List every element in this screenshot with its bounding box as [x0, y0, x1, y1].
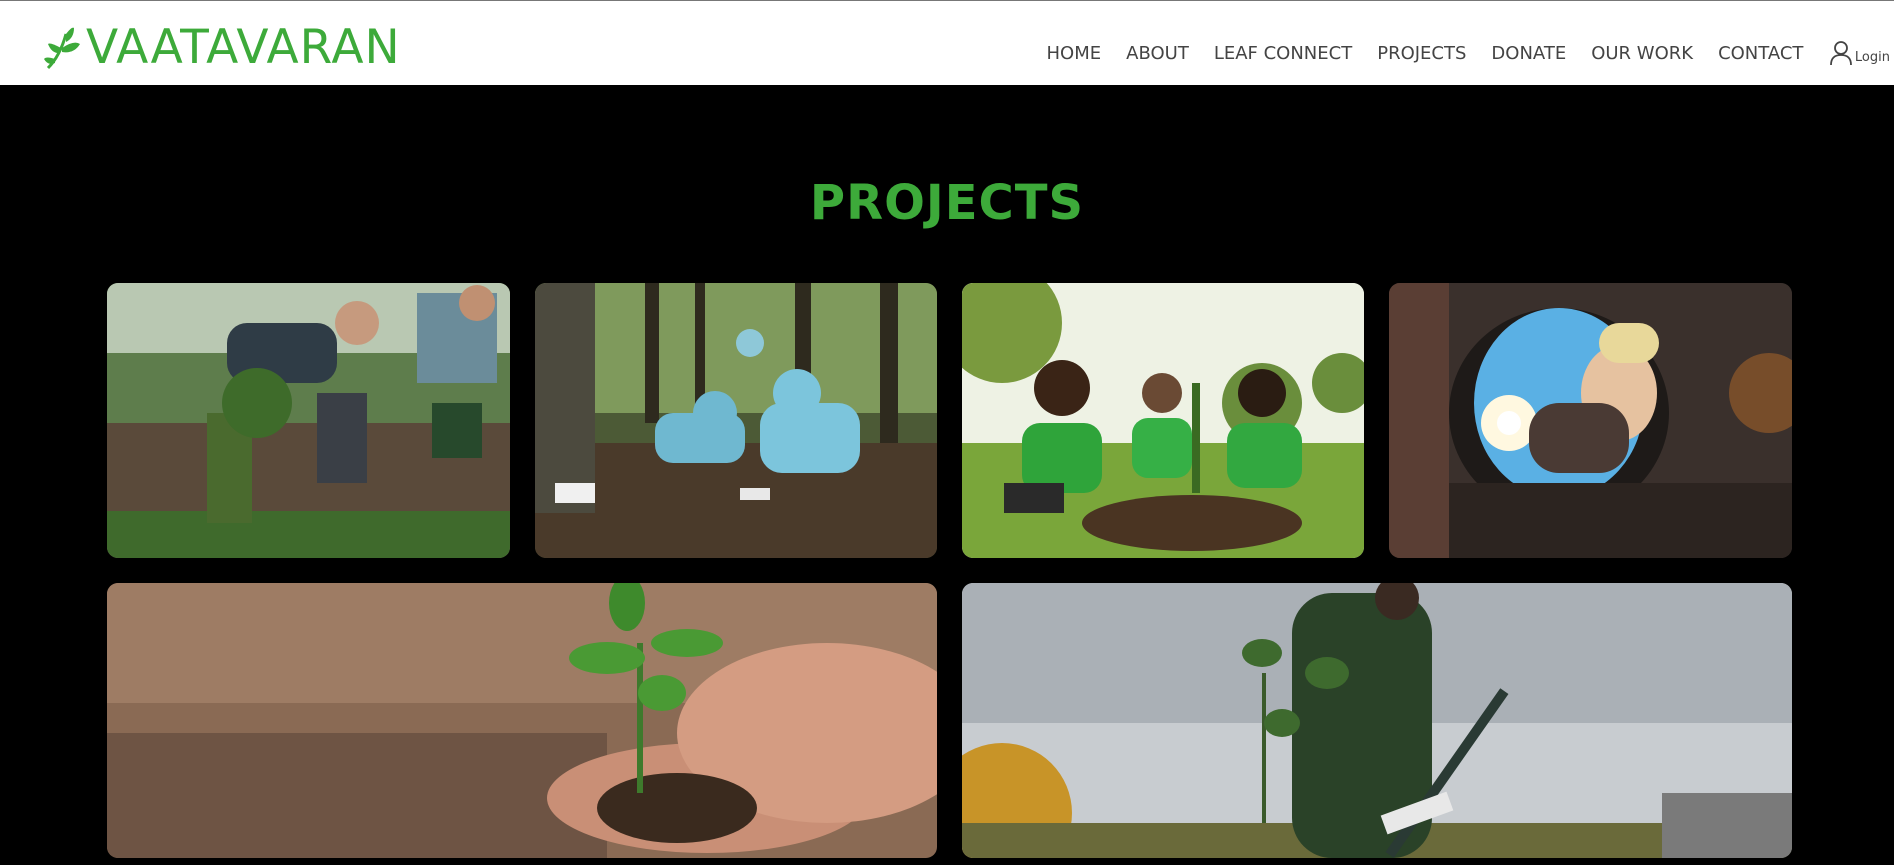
- login-label: Login: [1854, 50, 1890, 65]
- nav-our-work[interactable]: OUR WORK: [1591, 43, 1693, 64]
- project-card-3[interactable]: [962, 283, 1364, 558]
- hands-holding-seedling-image: [107, 583, 937, 858]
- leaf-logo-icon: [44, 27, 80, 70]
- project-card-4[interactable]: [1389, 283, 1792, 558]
- nav-contact[interactable]: CONTACT: [1718, 43, 1803, 64]
- site-logo[interactable]: VAATAVARAN: [44, 23, 401, 73]
- project-card-5[interactable]: [107, 583, 937, 858]
- woman-planting-from-hole-image: [1389, 283, 1792, 558]
- volunteers-planting-forest-image: [535, 283, 937, 558]
- user-icon: [1830, 41, 1852, 66]
- group-planting-sapling-image: [962, 283, 1364, 558]
- brand-name: VAATAVARAN: [86, 20, 401, 75]
- nav-projects[interactable]: PROJECTS: [1377, 43, 1466, 64]
- page-title: PROJECTS: [809, 175, 1085, 231]
- nav-home[interactable]: HOME: [1047, 43, 1102, 64]
- nav-donate[interactable]: DONATE: [1491, 43, 1566, 64]
- main-nav: HOME ABOUT LEAF CONNECT PROJECTS DONATE …: [1034, 39, 1890, 67]
- project-card-1[interactable]: [107, 283, 510, 558]
- login-button[interactable]: Login: [1829, 40, 1890, 66]
- man-carrying-sapling-image: [962, 583, 1792, 858]
- volunteers-planting-tree-image: [107, 283, 510, 558]
- project-card-6[interactable]: [962, 583, 1792, 858]
- nav-about[interactable]: ABOUT: [1126, 43, 1189, 64]
- site-header: VAATAVARAN HOME ABOUT LEAF CONNECT PROJE…: [0, 1, 1894, 85]
- project-card-2[interactable]: [535, 283, 937, 558]
- nav-leaf-connect[interactable]: LEAF CONNECT: [1214, 43, 1352, 64]
